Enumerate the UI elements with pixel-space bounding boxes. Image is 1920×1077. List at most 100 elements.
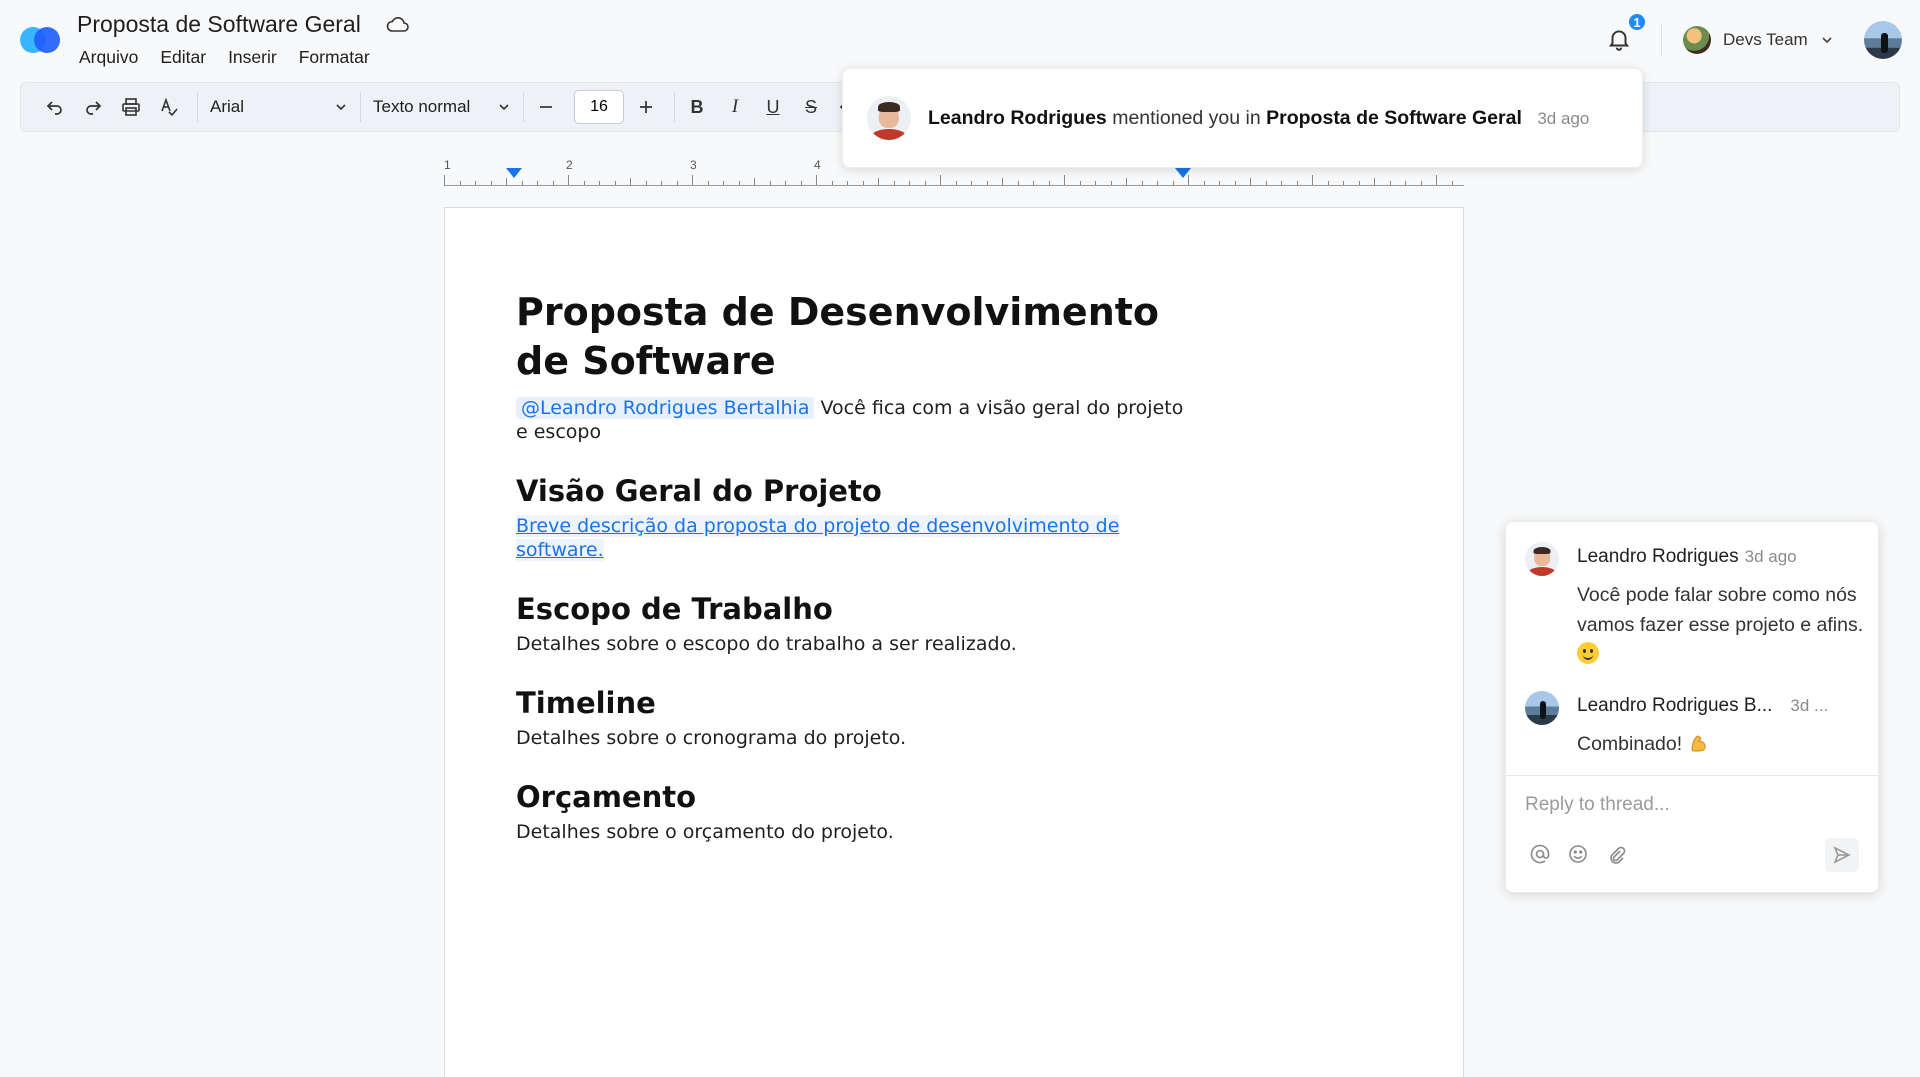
menu-bar: Arquivo Editar Inserir Formatar [79,47,370,68]
ruler-tick [878,178,879,185]
document-content[interactable]: Proposta de Desenvolvimento de Software … [516,288,1196,844]
smile-emoji-icon [1577,642,1599,664]
ruler-tick [924,181,926,185]
ruler-tick [831,181,833,185]
chevron-down-icon [1822,37,1832,44]
ruler-tick [614,181,616,185]
font-family-select[interactable]: Arial [204,97,354,117]
redo-button[interactable] [77,91,109,123]
ruler-tick [645,181,647,185]
menu-formatar[interactable]: Formatar [299,47,370,68]
ruler-tick [568,175,569,185]
strikethrough-label: S [804,96,817,117]
italic-button[interactable]: I [719,91,751,123]
ruler-tick [1234,181,1236,185]
comment-avatar [1525,542,1559,576]
user-avatar[interactable] [1864,21,1902,59]
notification-target[interactable]: Proposta de Software Geral [1266,107,1522,129]
ruler-tick [1250,178,1251,185]
redo-icon [86,101,102,115]
app-logo[interactable] [20,27,62,53]
attachment-icon[interactable] [1604,842,1628,866]
italic-label: I [731,96,739,117]
menu-editar[interactable]: Editar [160,47,206,68]
ruler-tick [1141,181,1143,185]
font-size-input[interactable] [574,90,624,124]
spellcheck-icon [161,97,178,117]
cloud-saved-icon [386,17,409,32]
section-body-link[interactable]: Breve descrição da proposta do projeto d… [516,515,1120,561]
ruler-tick [1327,181,1329,185]
spellcheck-button[interactable] [153,91,185,123]
mention-at-icon[interactable] [1528,842,1552,866]
ruler-tick [940,175,941,185]
ruler-tick [769,181,771,185]
section-heading-budget: Orçamento [516,780,697,814]
bell-icon[interactable] [1606,26,1632,52]
header-divider [1661,24,1662,56]
section-body-budget: Detalhes sobre o orçamento do projeto. [516,821,894,843]
menu-inserir[interactable]: Inserir [228,47,277,68]
mention-paragraph: @Leandro Rodrigues Bertalhia Você fica c… [516,396,1196,444]
ruler-tick [955,181,957,185]
ruler-tick [816,175,817,185]
ruler-tick [1157,181,1158,185]
bold-label: B [690,96,704,117]
strikethrough-button[interactable]: S [795,91,827,123]
ruler-tick [971,181,972,185]
ruler-number: 1 [444,158,451,172]
ruler-tick [1389,181,1391,185]
team-avatar [1683,26,1711,54]
bold-button[interactable]: B [681,91,713,123]
ruler-tick [723,181,724,185]
ruler-tick [444,175,445,185]
ruler-tick [1064,175,1065,185]
ruler-tick [1281,181,1282,185]
ruler-tick [475,181,476,185]
ruler-tick [1110,181,1112,185]
underline-button[interactable]: U [757,91,789,123]
document-title[interactable]: Proposta de Software Geral [77,11,361,38]
comment-header: Leandro Rodrigues B... 3d ... [1577,695,1828,717]
document-page[interactable]: Proposta de Desenvolvimento de Software … [444,207,1464,1077]
section-heading-scope: Escopo de Trabalho [516,592,833,626]
menu-arquivo[interactable]: Arquivo [79,47,138,68]
reply-input[interactable] [1525,790,1855,820]
notification-avatar [867,96,911,140]
section-heading-timeline: Timeline [516,686,656,720]
toolbar-separator [197,92,198,122]
section-heading-overview: Visão Geral do Projeto [516,474,882,508]
emoji-picker-icon[interactable] [1566,842,1590,866]
increase-font-size-button[interactable] [630,91,662,123]
ruler-tick [1033,181,1034,185]
ruler-tick [506,178,507,185]
team-name: Devs Team [1723,30,1808,49]
ruler-tick [738,181,740,185]
send-icon [1833,846,1851,864]
ruler-tick [847,181,848,185]
send-reply-button[interactable] [1825,838,1859,872]
ruler-tick [909,181,910,185]
ruler-tick [1017,181,1019,185]
ruler-baseline [444,185,1464,186]
toolbar-separator [674,92,675,122]
comment-header: Leandro Rodrigues 3d ago [1577,546,1797,568]
mention-notification[interactable]: Leandro Rodrigues mentioned you in Propo… [842,68,1643,168]
ruler-tick [1203,181,1205,185]
reply-tools [1528,842,1628,866]
left-indent-marker[interactable] [506,168,522,178]
team-switcher[interactable]: Devs Team [1683,26,1834,54]
user-mention[interactable]: @Leandro Rodrigues Bertalhia [516,397,815,419]
decrease-font-size-button[interactable] [530,91,562,123]
text-style-select[interactable]: Texto normal [367,97,517,117]
print-icon [122,98,140,116]
undo-icon [46,101,62,115]
comment-author: Leandro Rodrigues B... [1577,695,1773,716]
undo-button[interactable] [39,91,71,123]
ruler-tick [521,181,523,185]
ruler-tick [1188,175,1189,185]
print-button[interactable] [115,91,147,123]
ruler-tick [1002,178,1003,185]
ruler-tick [1048,181,1050,185]
flexed-biceps-emoji-icon [1691,735,1706,752]
